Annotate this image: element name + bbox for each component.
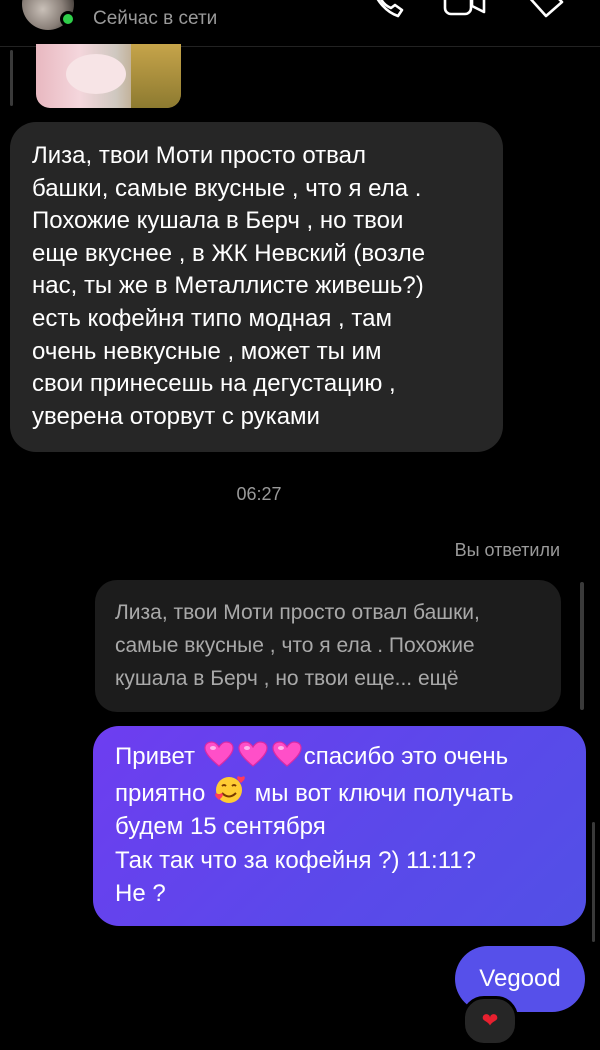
phone-icon[interactable] — [368, 0, 408, 20]
message-text: спасибо это очень — [303, 743, 509, 770]
message-line: Не ? — [115, 880, 166, 907]
message-text: Привет — [115, 743, 196, 770]
chat-header: Сейчас в сети — [0, 0, 600, 47]
photo-message[interactable] — [36, 44, 181, 108]
message-line: Привет спасибо это очень — [115, 740, 564, 774]
quoted-text: Лиза, твои Моти просто отвал башки, самы… — [115, 601, 480, 690]
smiling-face-with-hearts-emoji-icon — [215, 775, 245, 803]
quoted-message[interactable]: Лиза, твои Моти просто отвал башки, самы… — [95, 580, 561, 712]
message-timestamp: 06:27 — [236, 484, 282, 504]
message-text: приятно — [115, 779, 206, 807]
message-line: приятно мы вот ключи получать — [115, 774, 564, 811]
photo-content — [131, 44, 181, 108]
online-status-text: Сейчас в сети — [93, 8, 218, 29]
tag-icon[interactable] — [524, 0, 568, 24]
heart-reaction-icon[interactable]: ❤ — [462, 996, 518, 1046]
pink-heart-emoji-icon — [238, 741, 268, 767]
reply-thread-line — [10, 50, 13, 106]
online-status-indicator — [60, 11, 76, 27]
message-line: Так так что за кофейня ?) 11:11? — [115, 846, 476, 874]
incoming-message-bubble[interactable]: Лиза, твои Моти просто отвал башки, самы… — [10, 122, 503, 452]
pink-heart-emoji-icon — [204, 741, 234, 767]
outgoing-message-bubble[interactable]: Привет спасибо это очень приятно мы вот … — [93, 726, 586, 926]
pink-heart-emoji-icon — [272, 741, 302, 767]
message-text: мы вот ключи получать — [254, 779, 514, 807]
video-camera-icon[interactable] — [442, 0, 488, 20]
scrollbar[interactable] — [592, 822, 595, 942]
message-text: Лиза, твои Моти просто отвал башки, самы… — [32, 142, 426, 430]
replied-label: Вы ответили — [454, 540, 560, 560]
reply-thread-line — [580, 582, 584, 710]
message-line: будем 15 сентября — [115, 813, 326, 840]
photo-content — [66, 54, 126, 94]
